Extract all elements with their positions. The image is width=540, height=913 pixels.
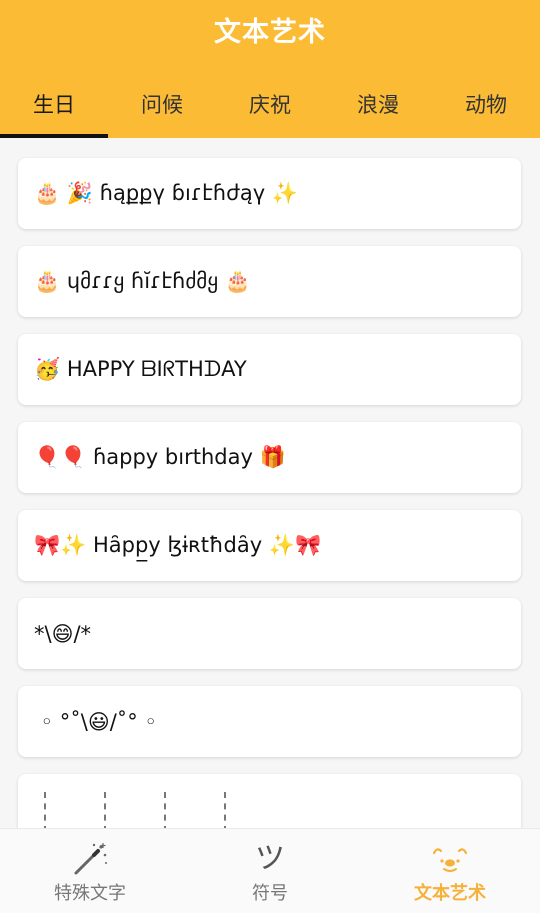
text-art-list[interactable]: 🎂 🎉 ɦąքքү ɓıɾէɦժąү ✨ 🎂 ɥმɾɾყ ɦĭɾէɦძმყ 🎂 … (0, 138, 540, 828)
text-art-content: 🥳 HAPPY ᗷIᖇTHᗪAY (34, 357, 247, 381)
dashed-line (44, 792, 46, 828)
text-art-content: 🎂 🎉 ɦąքքү ɓıɾէɦժąү ✨ (34, 181, 298, 205)
text-art-content: *\😄/* (34, 621, 92, 646)
tab-romance[interactable]: 浪漫 (324, 76, 432, 138)
text-art-card[interactable]: 🎈🎈 ɦappy bırthday 🎁 (18, 422, 521, 493)
bottom-navigation: 特殊文字 ツ 符号 文本艺术 (0, 828, 540, 913)
text-art-card[interactable]: ◦ °˚\😃/˚° ◦ (18, 686, 521, 757)
text-art-content: 🎈🎈 ɦappy bırthday 🎁 (34, 445, 286, 469)
tsu-symbol-icon: ツ (255, 841, 285, 876)
nav-label: 符号 (252, 883, 288, 904)
nav-symbols[interactable]: ツ 符号 (180, 829, 360, 913)
tab-label: 问候 (141, 93, 183, 117)
tab-label: 庆祝 (249, 93, 291, 117)
tab-label: 浪漫 (357, 93, 399, 117)
face-art-icon (430, 841, 470, 877)
nav-text-art[interactable]: 文本艺术 (360, 829, 540, 913)
tab-greeting[interactable]: 问候 (108, 76, 216, 138)
tab-label: 动物 (465, 93, 507, 117)
text-art-content: 🎂 ɥმɾɾყ ɦĭɾէɦძმყ 🎂 (34, 269, 251, 293)
text-art-card[interactable]: 🎂 ɥმɾɾყ ɦĭɾէɦძმყ 🎂 (18, 246, 521, 317)
nav-special-text[interactable]: 特殊文字 (0, 829, 180, 913)
dashed-art (34, 774, 226, 828)
magic-wand-icon (70, 841, 110, 877)
text-art-content: 🎀✨ Hȃpp̲y ɮɨʀtħdȃy ✨🎀 (34, 533, 322, 557)
nav-label: 特殊文字 (54, 883, 126, 904)
tab-animals[interactable]: 动物 (432, 76, 540, 138)
tab-celebrate[interactable]: 庆祝 (216, 76, 324, 138)
tab-label: 生日 (33, 93, 75, 117)
text-art-content: ◦ °˚\😃/˚° ◦ (34, 709, 157, 734)
dashed-line (104, 792, 106, 828)
text-art-card-partial[interactable] (18, 774, 521, 828)
dashed-line (224, 792, 226, 828)
dashed-line (164, 792, 166, 828)
text-art-card[interactable]: *\😄/* (18, 598, 521, 669)
nav-label: 文本艺术 (414, 883, 486, 904)
page-title: 文本艺术 (214, 17, 326, 48)
app-header: 文本艺术 生日 问候 庆祝 浪漫 动物 (0, 0, 540, 138)
tab-birthday[interactable]: 生日 (0, 76, 108, 138)
category-tabs: 生日 问候 庆祝 浪漫 动物 (0, 76, 540, 138)
text-art-card[interactable]: 🎂 🎉 ɦąքքү ɓıɾէɦժąү ✨ (18, 158, 521, 229)
text-art-card[interactable]: 🥳 HAPPY ᗷIᖇTHᗪAY (18, 334, 521, 405)
text-art-card[interactable]: 🎀✨ Hȃpp̲y ɮɨʀtħdȃy ✨🎀 (18, 510, 521, 581)
